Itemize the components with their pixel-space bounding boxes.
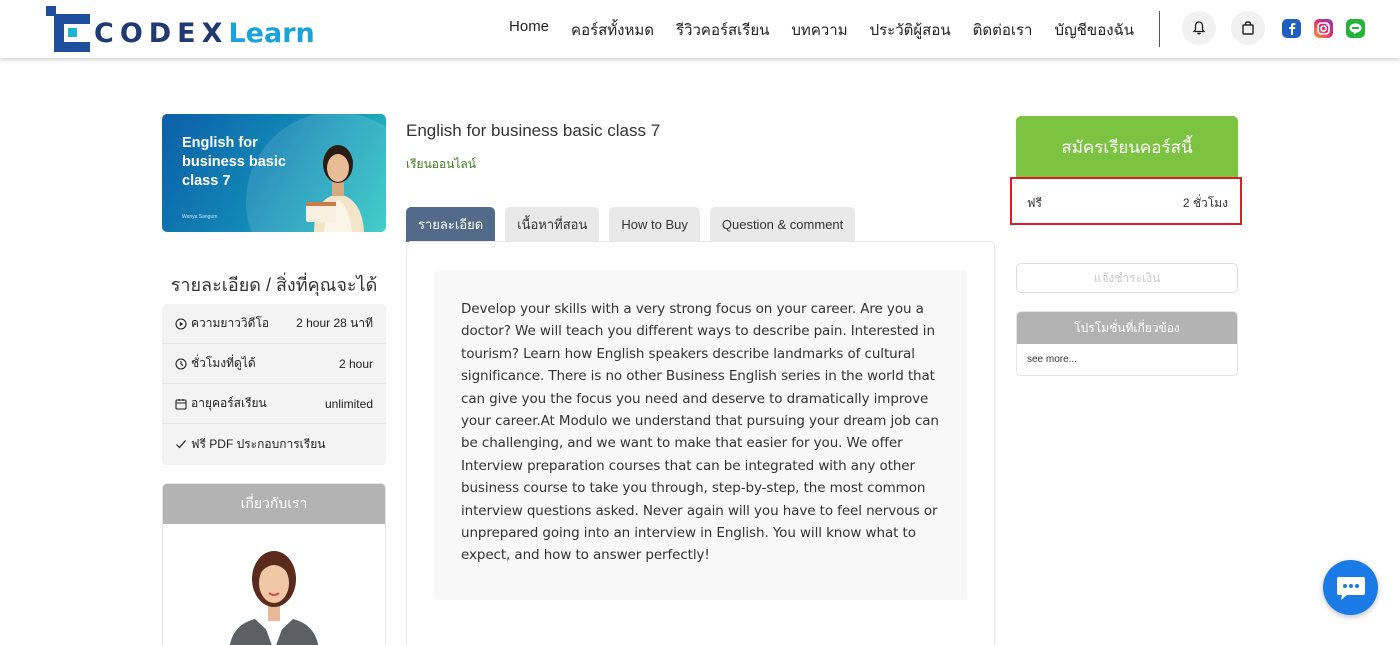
clock-icon <box>175 357 187 370</box>
instructor-avatar <box>229 551 319 645</box>
main-nav: Home คอร์สทั้งหมด รีวิวคอร์สเรียน บทความ… <box>509 18 1134 42</box>
detail-value: 2 hour <box>338 356 373 371</box>
detail-label: อายุคอร์สเรียน <box>191 396 267 410</box>
course-tabs: รายละเอียด เนื้อหาที่สอน How to Buy Ques… <box>406 207 856 242</box>
nav-articles[interactable]: บทความ <box>791 18 847 42</box>
check-icon <box>176 440 186 449</box>
chat-bubble-icon <box>1336 576 1365 600</box>
price-summary: ฟรี 2 ชั่วโมง <box>1010 177 1242 225</box>
logo-text-learn: Learn <box>228 17 315 49</box>
codexlearn-logo[interactable]: CODEX Learn <box>46 5 315 53</box>
course-title: English for business basic class 7 <box>406 121 661 140</box>
nav-course-reviews[interactable]: รีวิวคอร์สเรียน <box>676 18 769 42</box>
course-details-list: ความยาววิดีโอ 2 hour 28 นาที ชั่วโมงที่ด… <box>162 304 386 465</box>
payment-notify-button[interactable]: แจ้งชำระเงิน <box>1016 263 1238 293</box>
nav-divider <box>1159 11 1160 47</box>
logo-mark-icon <box>46 6 90 52</box>
detail-value: unlimited <box>324 396 373 411</box>
nav-my-account[interactable]: บัญชีของฉัน <box>1054 18 1134 42</box>
course-thumbnail: English for business basic class 7 Wanya… <box>162 114 386 232</box>
tab-details[interactable]: รายละเอียด <box>406 207 496 242</box>
nav-contact[interactable]: ติดต่อเรา <box>973 18 1033 42</box>
related-promotions-card: โปรโมชั่นที่เกี่ยวข้อง see more... <box>1016 311 1238 376</box>
detail-row-free-pdf: ฟรี PDF ประกอบการเรียน <box>162 424 386 464</box>
tab-curriculum[interactable]: เนื้อหาที่สอน <box>505 207 600 242</box>
play-circle-icon <box>175 317 187 330</box>
thumbnail-title: English for business basic class 7 <box>182 135 286 189</box>
detail-label: ฟรี PDF ประกอบการเรียน <box>191 436 326 451</box>
promotions-heading: โปรโมชั่นที่เกี่ยวข้อง <box>1017 312 1237 344</box>
facebook-icon[interactable] <box>1282 19 1301 38</box>
price-label: ฟรี <box>1027 196 1042 210</box>
bell-icon[interactable] <box>1182 11 1216 45</box>
logo-text-codex: CODEX <box>94 17 229 49</box>
nav-all-courses[interactable]: คอร์สทั้งหมด <box>571 18 654 42</box>
site-header: CODEX Learn Home คอร์สทั้งหมด รีวิวคอร์ส… <box>0 0 1400 58</box>
course-description: Develop your skills with a very strong f… <box>461 301 939 564</box>
about-card: เกี่ยวกับเรา <box>162 483 386 645</box>
tab-how-to-buy[interactable]: How to Buy <box>609 207 700 242</box>
chat-button[interactable] <box>1323 560 1378 615</box>
thumbnail-author: Wanya Sangum <box>182 214 218 220</box>
enroll-button[interactable]: สมัครเรียนคอร์สนี้ <box>1016 116 1238 178</box>
detail-label: ความยาววิดีโอ <box>191 316 270 330</box>
detail-row-course-access: อายุคอร์สเรียน unlimited <box>162 384 386 424</box>
course-mode: เรียนออนไลน์ <box>406 157 476 171</box>
detail-value: 2 hour 28 นาที <box>296 316 373 330</box>
see-more-link[interactable]: see more... <box>1027 354 1077 365</box>
tab-question-comment[interactable]: Question & comment <box>709 207 856 242</box>
detail-row-watch-hours: ชั่วโมงที่ดูได้ 2 hour <box>162 344 386 384</box>
about-heading: เกี่ยวกับเรา <box>163 484 385 524</box>
instagram-icon[interactable] <box>1314 19 1333 38</box>
nav-instructor-profile[interactable]: ประวัติผู้สอน <box>870 18 951 42</box>
instructor-photo <box>306 145 364 232</box>
line-icon[interactable] <box>1346 19 1365 38</box>
bag-icon[interactable] <box>1231 11 1265 45</box>
detail-row-video-length: ความยาววิดีโอ 2 hour 28 นาที <box>162 304 386 344</box>
calendar-icon <box>175 398 187 410</box>
duration-label: 2 ชั่วโมง <box>1182 196 1228 210</box>
description-box: Develop your skills with a very strong f… <box>434 270 967 600</box>
tab-content-panel: Develop your skills with a very strong f… <box>406 241 995 645</box>
nav-home[interactable]: Home <box>509 18 549 42</box>
detail-label: ชั่วโมงที่ดูได้ <box>191 356 256 370</box>
